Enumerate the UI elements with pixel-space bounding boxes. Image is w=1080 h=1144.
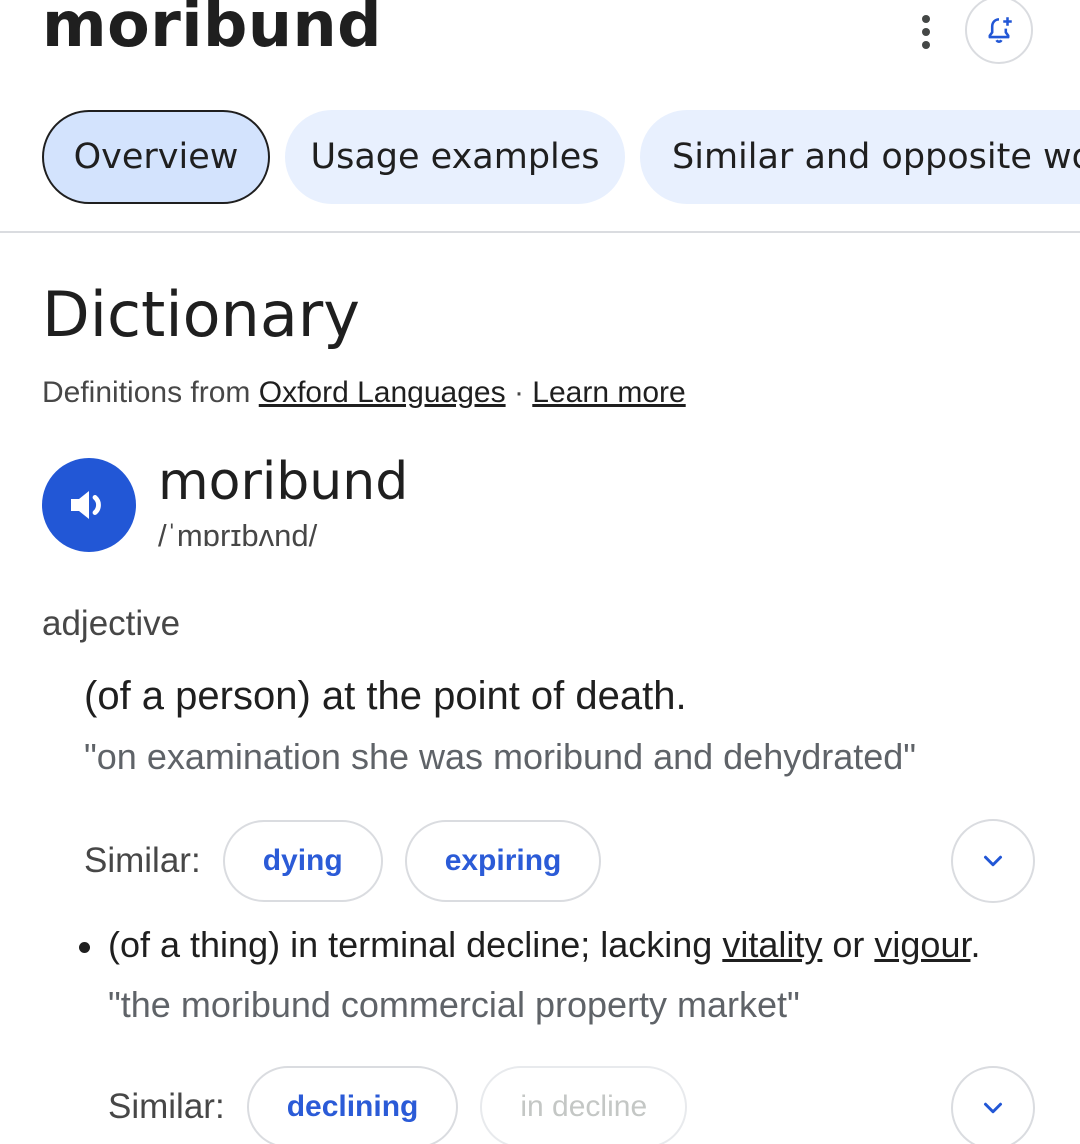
similar-chip-dying[interactable]: dying — [222, 820, 383, 902]
follow-notification-button[interactable] — [965, 0, 1033, 64]
source-attribution: Definitions from Oxford Languages · Lear… — [42, 376, 686, 410]
tab-similar-opposite[interactable]: Similar and opposite wo — [640, 110, 1080, 204]
search-query-title: moribund — [42, 0, 383, 61]
definition-2-connector: or — [832, 924, 865, 965]
vitality-link[interactable]: vitality — [722, 924, 822, 965]
example-1: "on examination she was moribund and deh… — [84, 736, 917, 777]
tab-overview[interactable]: Overview — [42, 110, 270, 204]
bullet — [79, 942, 90, 953]
similar-label: Similar: — [84, 841, 201, 880]
part-of-speech: adjective — [42, 604, 181, 643]
vigour-link[interactable]: vigour — [874, 924, 970, 965]
learn-more-link[interactable]: Learn more — [532, 376, 685, 409]
divider — [0, 231, 1080, 233]
definition-2-text: (of a thing) in terminal decline; lackin… — [108, 924, 713, 965]
oxford-languages-link[interactable]: Oxford Languages — [259, 376, 506, 409]
similar-chip-in-decline[interactable]: in decline — [480, 1066, 688, 1144]
bell-plus-icon — [988, 17, 1012, 43]
expand-similar-button[interactable] — [951, 1066, 1035, 1144]
headword: moribund — [158, 452, 409, 512]
more-vert-icon — [922, 15, 930, 23]
similar-row-1: Similar: dying expiring — [84, 820, 623, 902]
tab-bar: Overview Usage examples Similar and oppo… — [42, 110, 1080, 204]
dictionary-page: moribund Overview Usage examples Similar… — [0, 0, 1080, 1144]
chevron-down-icon — [984, 1102, 1002, 1114]
more-options-button[interactable] — [906, 12, 946, 52]
definition-1: (of a person) at the point of death. — [84, 674, 687, 718]
definition-2-end: . — [970, 924, 981, 965]
separator: · — [513, 376, 524, 409]
similar-chip-expiring[interactable]: expiring — [404, 820, 602, 902]
pronunciation-button[interactable] — [42, 458, 136, 552]
similar-chip-declining[interactable]: declining — [246, 1066, 459, 1144]
expand-similar-button[interactable] — [951, 819, 1035, 903]
speaker-icon — [71, 491, 101, 519]
source-prefix: Definitions from — [42, 376, 251, 409]
tab-usage-examples[interactable]: Usage examples — [285, 110, 625, 204]
similar-row-2: Similar: declining in decline — [108, 1066, 709, 1144]
example-2: "the moribund commercial property market… — [108, 984, 800, 1025]
similar-label: Similar: — [108, 1087, 225, 1126]
chevron-down-icon — [984, 855, 1002, 867]
definition-2: (of a thing) in terminal decline; lackin… — [108, 924, 981, 966]
section-title: Dictionary — [42, 278, 360, 351]
phonetic-spelling: /ˈmɒrɪbʌnd/ — [158, 518, 318, 553]
